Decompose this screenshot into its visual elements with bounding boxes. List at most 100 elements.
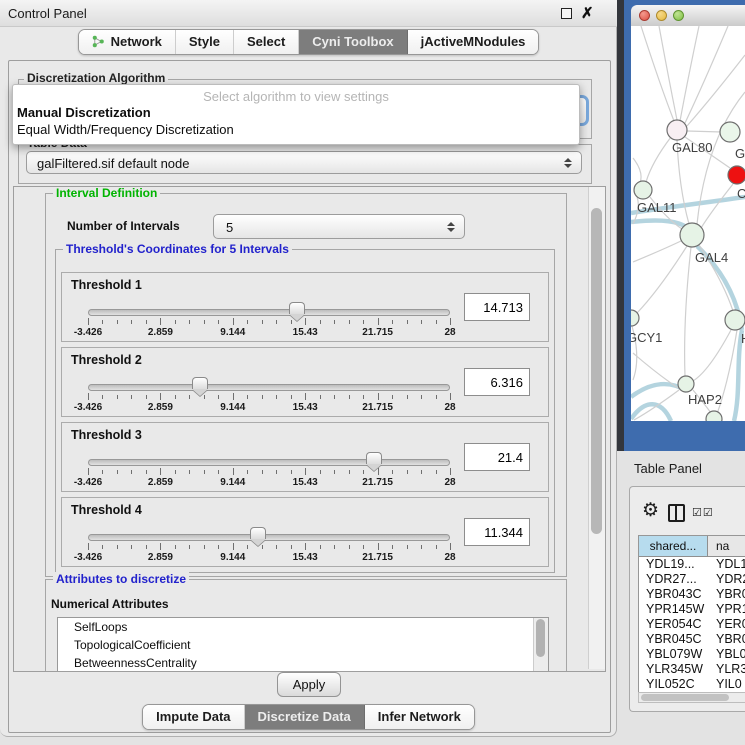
settings-scrollbar-thumb[interactable] bbox=[591, 208, 602, 534]
table-row[interactable]: YDR27...YDR2 bbox=[639, 572, 745, 587]
zoom-traffic-light-icon[interactable] bbox=[673, 10, 684, 21]
threshold-3-panel: Threshold 3 -3.4262.8599.14415.4321.7152… bbox=[61, 422, 549, 492]
threshold-value-field[interactable] bbox=[464, 293, 530, 321]
column-checkboxes-icon[interactable]: ☑☑ bbox=[692, 506, 714, 519]
node-gal11[interactable] bbox=[634, 181, 652, 199]
network-edge[interactable] bbox=[646, 137, 671, 182]
threshold-value-field[interactable] bbox=[464, 518, 530, 546]
tab-label: Network bbox=[111, 34, 162, 49]
network-edge[interactable] bbox=[641, 26, 674, 121]
dropdown-option-equal-width[interactable]: Equal Width/Frequency Discretization bbox=[13, 121, 579, 138]
network-edge[interactable] bbox=[685, 247, 691, 376]
attribute-item[interactable]: SelfLoops bbox=[58, 618, 548, 636]
table-scrollbar-thumb[interactable] bbox=[641, 694, 729, 701]
network-edge[interactable] bbox=[693, 330, 731, 381]
network-edge[interactable] bbox=[637, 246, 687, 313]
tab-impute-data[interactable]: Impute Data bbox=[143, 705, 244, 729]
slider-track[interactable] bbox=[88, 309, 450, 316]
table-data-combobox[interactable]: galFiltered.sif default node bbox=[26, 151, 582, 174]
list-scrollbar-thumb[interactable] bbox=[536, 619, 545, 657]
table-row[interactable]: YIL052CYIL0 bbox=[639, 677, 745, 692]
node-red[interactable] bbox=[728, 166, 745, 184]
table-row[interactable]: YDL19...YDL1 bbox=[639, 557, 745, 572]
table-row[interactable]: YBR043CYBR0 bbox=[639, 587, 745, 602]
table-horizontal-scrollbar[interactable] bbox=[638, 692, 745, 703]
attribute-item[interactable]: BetweennessCentrality bbox=[58, 654, 548, 672]
list-scrollbar[interactable] bbox=[533, 618, 548, 672]
table-row[interactable]: YBL079WYBL0 bbox=[639, 647, 745, 662]
tab-cyni-toolbox[interactable]: Cyni Toolbox bbox=[299, 30, 407, 54]
tab-discretize-data[interactable]: Discretize Data bbox=[245, 705, 365, 729]
network-edge[interactable] bbox=[633, 158, 641, 183]
tab-label: Cyni Toolbox bbox=[312, 34, 393, 49]
threshold-2-slider[interactable]: -3.4262.8599.14415.4321.71528 bbox=[88, 376, 450, 416]
tick-mark bbox=[102, 545, 103, 549]
tab-network[interactable]: Network bbox=[79, 30, 176, 54]
close-traffic-light-icon[interactable] bbox=[639, 10, 650, 21]
network-edge[interactable] bbox=[687, 131, 722, 132]
tick-mark bbox=[218, 395, 219, 399]
network-canvas[interactable]: GAL80GACGAL11GAL4GCY1HHAP2 bbox=[631, 26, 745, 421]
network-edge[interactable] bbox=[633, 241, 681, 262]
threshold-4-slider[interactable]: -3.4262.8599.14415.4321.71528 bbox=[88, 526, 450, 566]
network-edge[interactable] bbox=[687, 55, 745, 126]
network-edge[interactable] bbox=[685, 26, 728, 123]
slider-thumb[interactable] bbox=[250, 527, 266, 539]
tick-mark bbox=[102, 395, 103, 399]
node-bottom[interactable] bbox=[706, 411, 722, 421]
table-cell: YLR3 bbox=[708, 662, 745, 677]
table-cell: YBR045C bbox=[639, 632, 708, 647]
node-hap2[interactable] bbox=[678, 376, 694, 392]
tick-mark bbox=[146, 470, 147, 474]
close-icon[interactable]: ✗ bbox=[581, 4, 594, 22]
slider-thumb[interactable] bbox=[192, 377, 208, 389]
slider-scale-label: 9.144 bbox=[220, 477, 245, 488]
attribute-item[interactable]: TopologicalCoefficient bbox=[58, 636, 548, 654]
table-row[interactable]: YBR045CYBR0 bbox=[639, 632, 745, 647]
split-table-icon[interactable] bbox=[668, 504, 685, 522]
threshold-value-field[interactable] bbox=[464, 443, 530, 471]
slider-track[interactable] bbox=[88, 459, 450, 466]
tick-mark bbox=[363, 545, 364, 549]
node-h[interactable] bbox=[725, 310, 745, 330]
minimize-traffic-light-icon[interactable] bbox=[656, 10, 667, 21]
node-gal80[interactable] bbox=[667, 120, 687, 140]
slider-scale-label: 21.715 bbox=[362, 402, 393, 413]
node-gal4[interactable] bbox=[680, 223, 704, 247]
column-header-name[interactable]: na bbox=[708, 536, 745, 556]
tick-mark bbox=[450, 543, 451, 550]
slider-thumb[interactable] bbox=[366, 452, 382, 464]
network-window-titlebar[interactable] bbox=[631, 5, 745, 27]
slider-track[interactable] bbox=[88, 534, 450, 541]
tick-mark bbox=[88, 393, 89, 400]
tab-infer-network[interactable]: Infer Network bbox=[365, 705, 474, 729]
screen: Control Panel ✗ Network Style Select Cyn… bbox=[0, 0, 745, 745]
float-window-icon[interactable] bbox=[561, 8, 572, 19]
dropdown-option-manual[interactable]: Manual Discretization bbox=[13, 104, 579, 121]
gear-icon[interactable]: ⚙ bbox=[642, 501, 659, 520]
settings-scrollbar[interactable] bbox=[588, 187, 605, 669]
network-edge[interactable] bbox=[680, 26, 699, 121]
node-top-right[interactable] bbox=[720, 122, 740, 142]
tick-mark bbox=[407, 395, 408, 399]
threshold-1-slider[interactable]: -3.4262.8599.14415.4321.71528 bbox=[88, 301, 450, 341]
table-row[interactable]: YER054CYER0 bbox=[639, 617, 745, 632]
slider-scale-label: 15.43 bbox=[293, 402, 318, 413]
tick-mark bbox=[262, 545, 263, 549]
apply-button[interactable]: Apply bbox=[277, 672, 341, 697]
settings-scroll-area: Interval Definition Number of Intervals … bbox=[13, 186, 606, 672]
table-row[interactable]: YPR145WYPR1 bbox=[639, 602, 745, 617]
number-of-intervals-combobox[interactable]: 5 bbox=[213, 214, 465, 239]
panel-title: Control Panel bbox=[8, 6, 87, 21]
tab-style[interactable]: Style bbox=[176, 30, 234, 54]
network-edge[interactable] bbox=[701, 184, 733, 228]
threshold-3-slider[interactable]: -3.4262.8599.14415.4321.71528 bbox=[88, 451, 450, 491]
slider-thumb[interactable] bbox=[289, 302, 305, 314]
numerical-attributes-list[interactable]: SelfLoopsTopologicalCoefficientBetweenne… bbox=[57, 617, 549, 672]
table-row[interactable]: YLR345WYLR3 bbox=[639, 662, 745, 677]
tab-select[interactable]: Select bbox=[234, 30, 299, 54]
threshold-value-field[interactable] bbox=[464, 368, 530, 396]
column-header-shared-name[interactable]: shared... bbox=[639, 536, 708, 556]
tab-jactivemnodules[interactable]: jActiveMNodules bbox=[408, 30, 539, 54]
slider-track[interactable] bbox=[88, 384, 450, 391]
